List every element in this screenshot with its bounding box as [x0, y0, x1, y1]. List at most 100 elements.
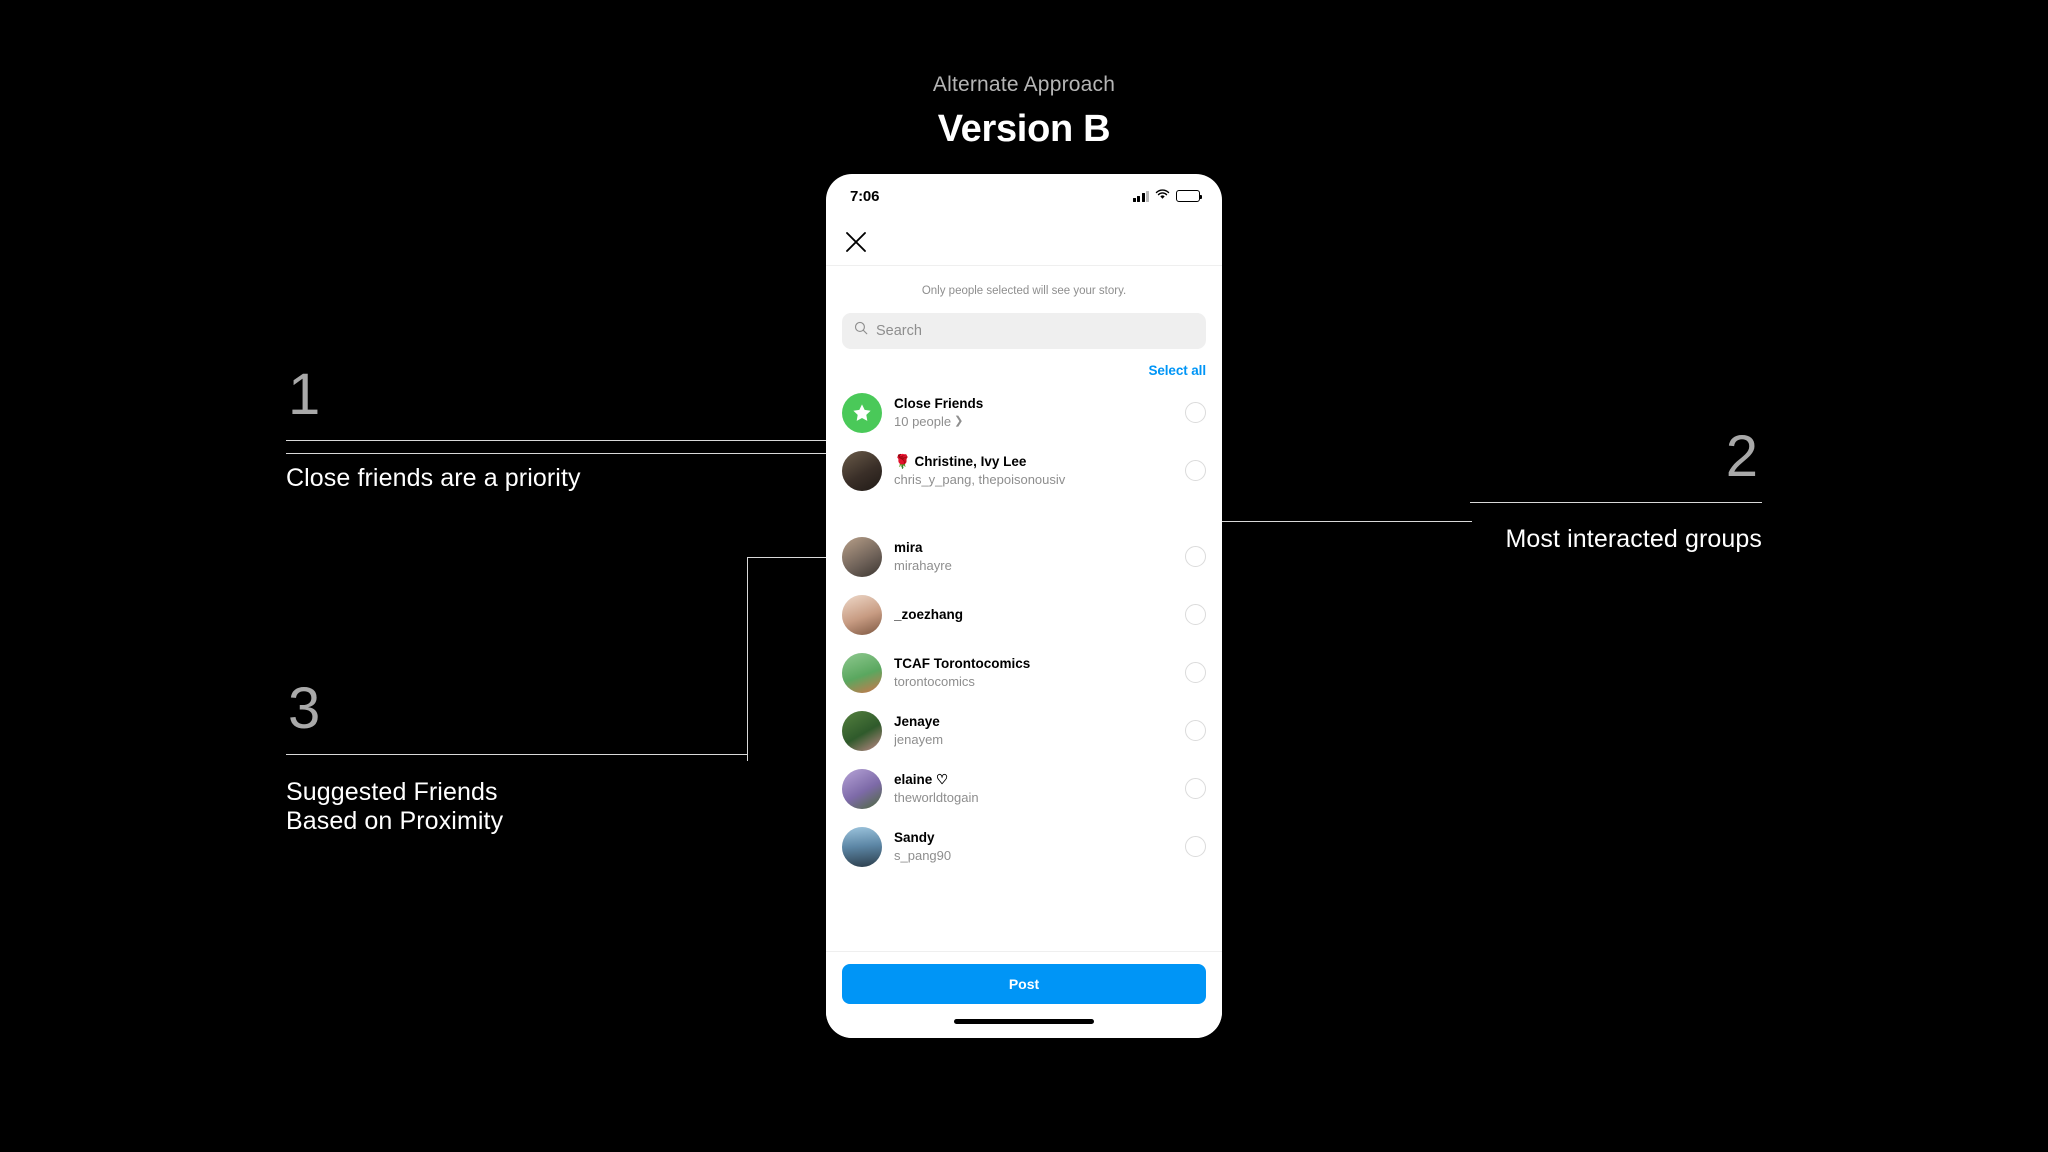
- person-meta: TCAF Torontocomics torontocomics: [894, 655, 1173, 690]
- battery-icon: [1176, 190, 1203, 202]
- leader-line-3-vertical: [747, 557, 748, 761]
- people-list[interactable]: Close Friends 10 people ❯ 🌹 Christine, Ivy …: [826, 384, 1222, 952]
- person-row[interactable]: Sandy s_pang90: [826, 818, 1222, 876]
- select-checkbox[interactable]: [1185, 778, 1206, 800]
- person-handle: theworldtogain: [894, 789, 1173, 807]
- phone-mockup: 7:06 Only people selected will see your …: [826, 174, 1222, 1038]
- close-icon[interactable]: [842, 228, 870, 256]
- callout-2: 2 Most interacted groups: [1470, 428, 1762, 554]
- home-indicator-area: [826, 1004, 1222, 1038]
- person-handle-text: theworldtogain: [894, 789, 979, 805]
- slide-header: Alternate Approach Version B: [0, 72, 2048, 153]
- avatar-photo: [842, 710, 882, 751]
- callout-1-rule: [286, 440, 843, 441]
- person-name: mira: [894, 540, 923, 556]
- signal-bars-icon: [1132, 190, 1149, 202]
- person-row[interactable]: Jenaye jenayem: [826, 702, 1222, 760]
- person-row[interactable]: _zoezhang: [826, 586, 1222, 644]
- close-friends-star-icon: [842, 392, 882, 433]
- person-handle: jenayem: [894, 731, 1173, 749]
- callout-3-rule: [286, 754, 747, 755]
- avatar: [842, 594, 882, 635]
- avatar: [842, 450, 882, 491]
- avatar: [842, 710, 882, 751]
- person-name: elaine ♡: [894, 772, 949, 788]
- search-icon: [854, 321, 868, 340]
- callout-3-number: 3: [288, 676, 321, 741]
- nav-bar: [826, 218, 1222, 266]
- person-handle-text: 10 people: [894, 413, 952, 429]
- leader-line-2: [1222, 521, 1472, 522]
- post-button[interactable]: Post: [842, 964, 1206, 1004]
- avatar-photo: [842, 652, 882, 693]
- callout-1-text: Close friends are a priority: [286, 464, 581, 492]
- person-name: _zoezhang: [894, 607, 964, 623]
- avatar: [842, 536, 882, 577]
- select-checkbox[interactable]: [1185, 460, 1206, 482]
- avatar: [842, 652, 882, 693]
- person-handle: s_pang90: [894, 847, 1173, 865]
- person-meta: Sandy s_pang90: [894, 829, 1173, 864]
- list-section-gap: [826, 500, 1222, 528]
- person-handle: chris_y_pang, thepoisonousiv: [894, 471, 1173, 489]
- search-box[interactable]: [842, 312, 1206, 349]
- person-handle-text: jenayem: [894, 731, 944, 747]
- privacy-notice: Only people selected will see your story…: [921, 285, 1127, 297]
- callout-1-number: 1: [288, 362, 321, 427]
- select-checkbox[interactable]: [1185, 604, 1206, 626]
- person-name: Sandy: [894, 830, 935, 846]
- home-indicator[interactable]: [954, 1018, 1094, 1024]
- select-checkbox[interactable]: [1185, 836, 1206, 858]
- avatar-photo: [842, 594, 882, 635]
- person-name: Jenaye: [894, 714, 940, 730]
- avatar: [842, 768, 882, 809]
- person-handle-text: mirahayre: [894, 557, 952, 573]
- callout-3: 3 Suggested Friends Based on Proximity: [286, 680, 747, 837]
- person-meta: Jenaye jenayem: [894, 713, 1173, 748]
- search-container: [826, 299, 1222, 349]
- person-meta: elaine ♡ theworldtogain: [894, 771, 1173, 806]
- person-meta: Close Friends 10 people ❯: [894, 395, 1173, 430]
- person-handle: 10 people ❯: [894, 413, 1173, 431]
- status-bar: 7:06: [826, 174, 1222, 218]
- search-input[interactable]: [876, 322, 1194, 339]
- wifi-icon: [1155, 187, 1170, 205]
- person-meta: _zoezhang: [894, 606, 1173, 624]
- person-handle: torontocomics: [894, 673, 1173, 691]
- select-checkbox[interactable]: [1185, 546, 1206, 568]
- person-meta: mira mirahayre: [894, 539, 1173, 574]
- status-bar-icons: [1132, 187, 1203, 205]
- slide-eyebrow: Alternate Approach: [932, 73, 1116, 96]
- person-row[interactable]: TCAF Torontocomics torontocomics: [826, 644, 1222, 702]
- avatar-photo: [842, 450, 882, 491]
- person-handle-text: s_pang90: [894, 847, 952, 863]
- callout-3-text: Suggested Friends Based on Proximity: [286, 778, 504, 836]
- select-checkbox[interactable]: [1185, 662, 1206, 684]
- callout-2-text: Most interacted groups: [1505, 525, 1762, 553]
- slide-canvas: Alternate Approach Version B 1 Close fri…: [0, 0, 2048, 1152]
- select-all-row: Select all: [826, 349, 1222, 384]
- leader-line-3-horizontal: [747, 557, 827, 558]
- person-handle: mirahayre: [894, 557, 1173, 575]
- person-handle-text: chris_y_pang, thepoisonousiv: [894, 471, 1066, 487]
- avatar-photo: [842, 768, 882, 809]
- status-bar-time: 7:06: [850, 187, 880, 205]
- person-row[interactable]: mira mirahayre: [826, 528, 1222, 586]
- person-row[interactable]: Close Friends 10 people ❯: [826, 384, 1222, 442]
- person-meta: 🌹 Christine, Ivy Lee chris_y_pang, thepoi…: [894, 453, 1173, 488]
- person-name: 🌹 Christine, Ivy Lee: [894, 454, 1027, 470]
- person-handle-text: torontocomics: [894, 673, 975, 689]
- person-name: TCAF Torontocomics: [894, 656, 1031, 672]
- callout-2-number: 2: [1725, 424, 1758, 489]
- callout-1: 1 Close friends are a priority: [286, 366, 843, 493]
- callout-2-rule: [1470, 502, 1762, 503]
- avatar: [842, 826, 882, 867]
- person-row[interactable]: 🌹 Christine, Ivy Lee chris_y_pang, thepoi…: [826, 442, 1222, 500]
- avatar-photo: [842, 826, 882, 867]
- select-checkbox[interactable]: [1185, 720, 1206, 742]
- page-title: Version B: [937, 108, 1111, 151]
- footer: Post: [826, 952, 1222, 1004]
- person-row[interactable]: elaine ♡ theworldtogain: [826, 760, 1222, 818]
- select-all-button[interactable]: Select all: [1148, 363, 1206, 378]
- select-checkbox[interactable]: [1185, 402, 1206, 424]
